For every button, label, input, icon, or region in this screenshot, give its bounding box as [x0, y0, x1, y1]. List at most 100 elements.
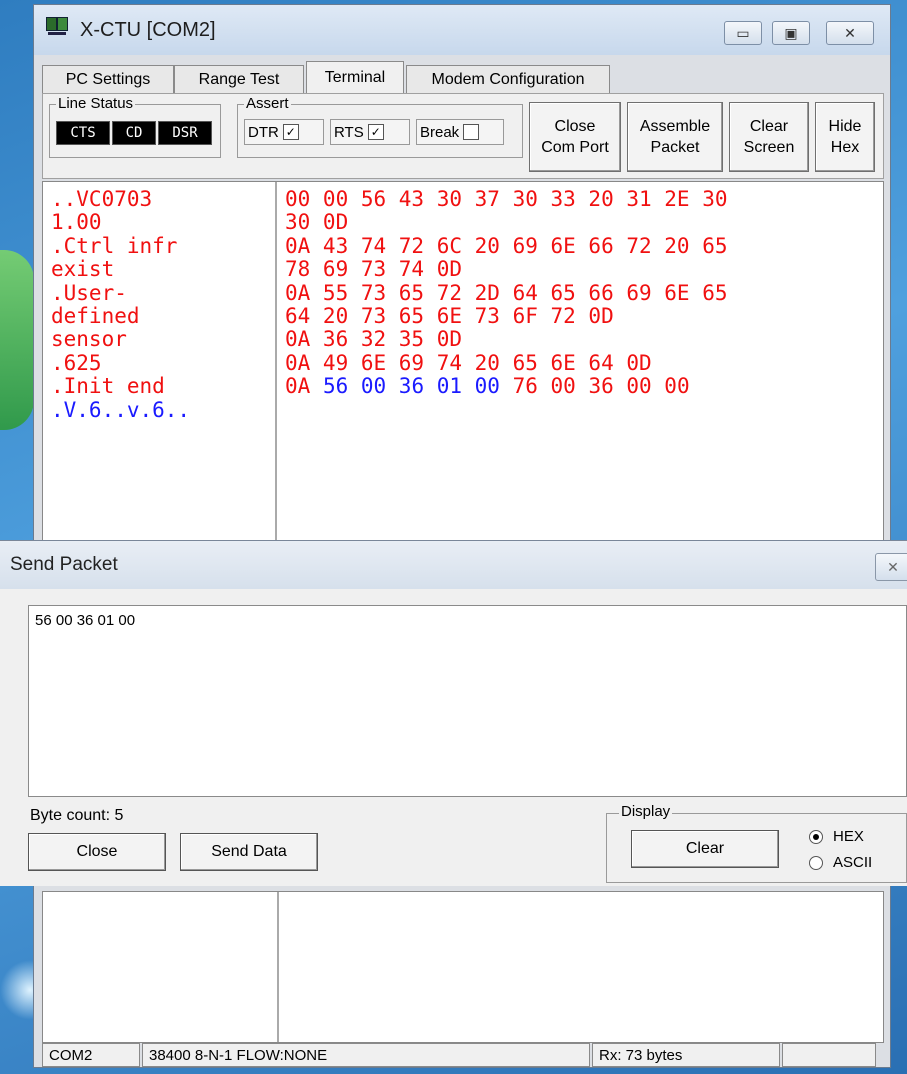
hex-segment: 0A — [285, 374, 323, 399]
line-status-group: Line Status CTS CD DSR — [49, 95, 221, 158]
window-title: X-CTU [COM2] — [80, 19, 216, 41]
hex-segment: 78 69 73 74 0D — [285, 257, 463, 282]
rts-label: RTS — [334, 123, 364, 141]
break-checkbox[interactable]: Break — [416, 119, 504, 145]
hex-line: 0A 36 32 35 0D — [285, 328, 728, 351]
break-label: Break — [420, 123, 460, 141]
rts-check-icon[interactable]: ✓ — [367, 124, 384, 140]
send-packet-dialog: Send Packet ✕ 56 00 36 01 00 Byte count:… — [0, 540, 907, 886]
hex-segment: 0A 49 6E 69 74 20 65 6E 64 0D — [285, 350, 652, 375]
assert-label: Assert — [244, 95, 291, 112]
rts-checkbox[interactable]: RTS ✓ — [330, 119, 410, 145]
ascii-line: 1.00 — [51, 210, 102, 235]
display-group: Display Clear HEX ASCII — [606, 803, 907, 883]
dialog-close-icon[interactable]: ✕ — [875, 553, 907, 581]
ascii-line: ..VC0703 — [51, 187, 153, 211]
hide-hex-button[interactable]: Hide Hex — [815, 102, 875, 172]
dtr-check-icon[interactable]: ✓ — [282, 124, 299, 140]
hex-line: 00 00 56 43 30 37 30 33 20 31 2E 30 — [285, 187, 728, 211]
assemble-packet-button[interactable]: Assemble Packet — [627, 102, 723, 172]
dialog-close-button[interactable]: Close — [28, 833, 166, 871]
assemble-line1: Assemble — [639, 118, 711, 135]
ascii-line: .V.6..v.6.. — [51, 397, 191, 422]
hex-segment: 76 00 36 00 00 — [512, 374, 690, 399]
status-rx-bytes: Rx: 73 bytes — [592, 1043, 780, 1067]
cd-indicator: CD — [112, 121, 156, 145]
hex-pane[interactable]: 00 00 56 43 30 37 30 33 20 31 2E 30 30 0D… — [279, 182, 883, 542]
hex-line: 0A 49 6E 69 74 20 65 6E 64 0D — [285, 350, 728, 375]
minimize-button[interactable]: ▭ — [724, 21, 762, 45]
hex-segment: 0A 43 74 72 6C 20 69 6E 66 72 20 65 — [285, 233, 728, 258]
ascii-pane[interactable]: ..VC0703 1.00 .Ctrl infr exist .User-defined… — [43, 182, 277, 542]
send-data-button[interactable]: Send Data — [180, 833, 318, 871]
close-port-line1: Close — [554, 118, 596, 135]
hex-line: 0A 55 73 65 72 2D 64 65 66 69 6E 65 — [285, 280, 728, 305]
hex-line: 30 0D — [285, 211, 728, 234]
hex-line: 64 20 73 65 6E 73 6F 72 0D — [285, 304, 728, 329]
status-settings: 38400 8-N-1 FLOW:NONE — [142, 1043, 590, 1067]
hex-text: 00 00 56 43 30 37 30 33 20 31 2E 30 30 0D… — [285, 187, 728, 399]
hex-line: 78 69 73 74 0D — [285, 258, 728, 281]
clear-line2: Screen — [743, 139, 795, 156]
ascii-line: .User- — [51, 280, 127, 305]
terminal-toolbar: Line Status CTS CD DSR Assert DTR ✓ RTS … — [42, 93, 884, 179]
assemble-line2: Packet — [650, 139, 700, 156]
ascii-line: exist — [51, 257, 115, 282]
close-window-button[interactable]: ✕ — [826, 21, 874, 45]
dialog-title-bar[interactable]: Send Packet ✕ — [0, 541, 907, 589]
status-port: COM2 — [42, 1043, 140, 1067]
packet-input[interactable]: 56 00 36 01 00 — [28, 605, 907, 797]
hex-segment: 64 20 73 65 6E 73 6F 72 0D — [285, 304, 614, 329]
hex-segment: 0A 55 73 65 72 2D 64 65 66 69 6E 65 — [285, 280, 728, 305]
hide-line1: Hide — [828, 118, 862, 135]
ascii-line: .Ctrl infr — [51, 233, 178, 258]
title-bar[interactable]: X-CTU [COM2] ▭ ▣ ✕ — [34, 5, 890, 55]
terminal-lower-area — [42, 891, 884, 1043]
hex-segment: 56 00 36 01 00 — [322, 374, 513, 399]
tab-terminal[interactable]: Terminal — [306, 61, 404, 94]
xctu-window: X-CTU [COM2] ▭ ▣ ✕ PC Settings Range Tes… — [33, 4, 891, 1068]
tab-range-test[interactable]: Range Test — [174, 65, 304, 93]
clear-screen-button[interactable]: Clear Screen — [729, 102, 809, 172]
assert-group: Assert DTR ✓ RTS ✓ Break — [237, 95, 523, 158]
tab-pc-settings[interactable]: PC Settings — [42, 65, 174, 93]
hex-segment: 0A 36 32 35 0D — [285, 327, 463, 352]
close-port-line2: Com Port — [541, 139, 609, 156]
hex-segment: 00 00 56 43 30 37 30 33 20 31 2E 30 — [285, 187, 728, 211]
ascii-line: .Init end — [51, 374, 165, 399]
dtr-label: DTR — [248, 123, 279, 141]
line-status-label: Line Status — [56, 95, 136, 112]
status-bar: COM2 38400 8-N-1 FLOW:NONE Rx: 73 bytes — [42, 1043, 884, 1067]
cts-indicator: CTS — [56, 121, 110, 145]
status-extra — [782, 1043, 876, 1067]
maximize-button[interactable]: ▣ — [772, 21, 810, 45]
xctu-app-icon — [46, 17, 70, 37]
hex-radio-dot[interactable] — [809, 829, 823, 844]
ascii-radio-label: ASCII — [833, 854, 873, 871]
close-com-port-button[interactable]: Close Com Port — [529, 102, 621, 172]
terminal-output[interactable]: ..VC0703 1.00 .Ctrl infr exist .User-defined… — [42, 181, 884, 543]
break-check-icon[interactable] — [463, 124, 480, 140]
desktop-icon-fragment — [0, 250, 34, 430]
hex-line: 0A 43 74 72 6C 20 69 6E 66 72 20 65 — [285, 233, 728, 258]
byte-count: Byte count: 5 — [30, 807, 124, 824]
ascii-line: defined — [51, 304, 140, 329]
ascii-radio-dot[interactable] — [809, 855, 823, 870]
tab-modem-configuration[interactable]: Modem Configuration — [406, 65, 610, 93]
clear-line1: Clear — [749, 118, 789, 135]
hide-line2: Hex — [830, 139, 860, 156]
hex-line: 0A 56 00 36 01 00 76 00 36 00 00 — [285, 375, 728, 398]
ascii-text: ..VC0703 1.00 .Ctrl infr exist .User-defined… — [51, 187, 191, 422]
ascii-line: sensor — [51, 327, 127, 352]
ascii-line: .625 — [51, 350, 102, 375]
dtr-checkbox[interactable]: DTR ✓ — [244, 119, 324, 145]
dsr-indicator: DSR — [158, 121, 212, 145]
clear-packet-button[interactable]: Clear — [631, 830, 779, 868]
hex-radio[interactable]: HEX — [809, 828, 864, 845]
dialog-title: Send Packet — [10, 554, 118, 575]
display-label: Display — [619, 803, 673, 820]
pane-divider[interactable] — [277, 892, 279, 1042]
ascii-radio[interactable]: ASCII — [809, 854, 872, 871]
hex-radio-label: HEX — [833, 828, 864, 845]
hex-segment: 30 0D — [285, 210, 349, 235]
